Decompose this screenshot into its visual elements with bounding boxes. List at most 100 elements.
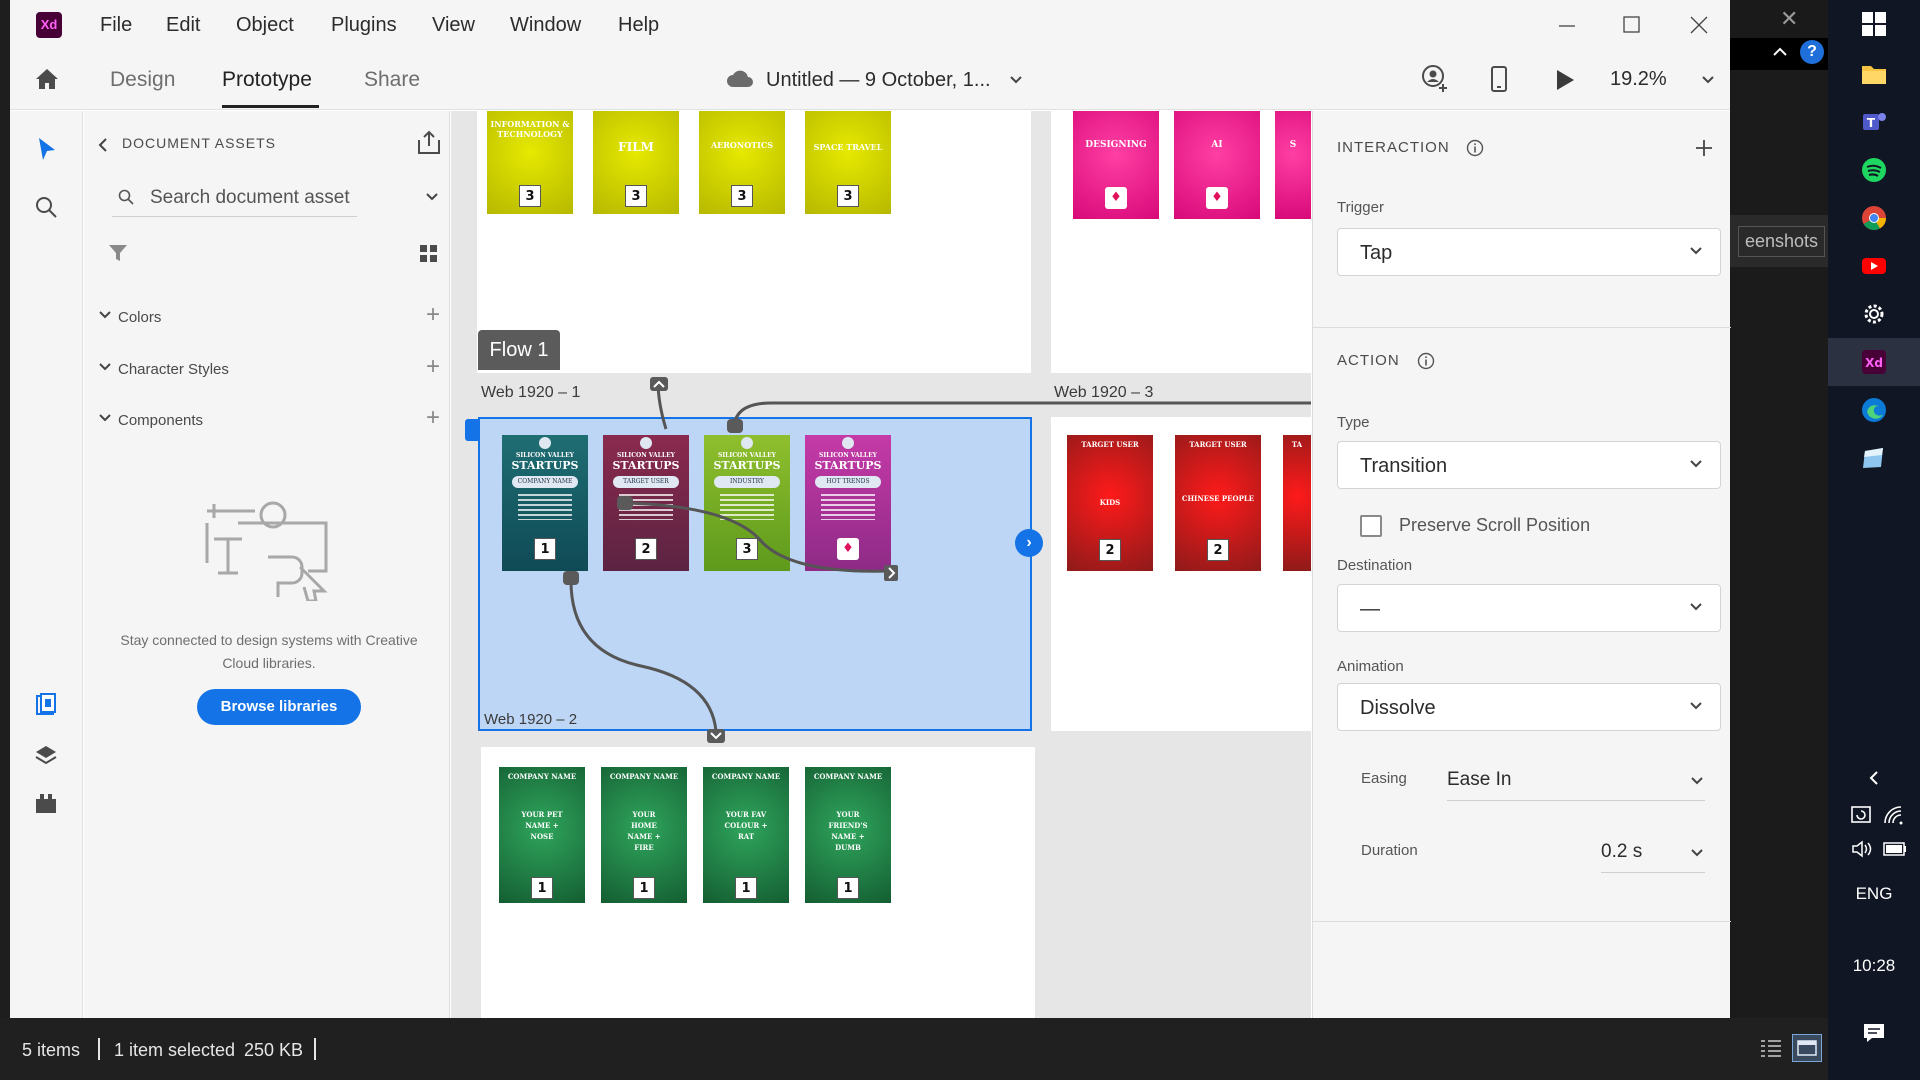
libraries-illustration-icon bbox=[204, 501, 334, 601]
add-component-button[interactable]: + bbox=[426, 404, 440, 432]
back-chevron-icon[interactable] bbox=[96, 137, 110, 153]
preserve-scroll-checkbox[interactable] bbox=[1360, 515, 1382, 537]
cloud-icon bbox=[726, 69, 754, 89]
interaction-title: INTERACTION bbox=[1337, 139, 1450, 156]
add-color-button[interactable]: + bbox=[426, 301, 440, 329]
section-colors[interactable]: Colors bbox=[118, 309, 161, 326]
trigger-label: Trigger bbox=[1337, 199, 1384, 216]
assets-search-input[interactable]: Search document asset bbox=[112, 177, 357, 217]
layers-icon[interactable] bbox=[34, 743, 58, 767]
tab-prototype[interactable]: Prototype bbox=[222, 68, 312, 92]
play-icon[interactable] bbox=[1554, 68, 1576, 92]
home-icon[interactable] bbox=[34, 67, 60, 91]
zoom-level[interactable]: 19.2% bbox=[1610, 68, 1667, 91]
search-dropdown-chevron-icon[interactable] bbox=[424, 189, 440, 205]
start-button[interactable] bbox=[1828, 0, 1920, 48]
character-styles-chevron-icon[interactable] bbox=[98, 360, 112, 374]
taskbar-spotify[interactable] bbox=[1828, 146, 1920, 194]
menu-view[interactable]: View bbox=[432, 14, 475, 37]
taskbar-edge[interactable] bbox=[1828, 386, 1920, 434]
interaction-handle-arrow-icon[interactable]: › bbox=[1015, 529, 1043, 557]
help-icon[interactable]: ? bbox=[1800, 40, 1824, 64]
maximize-icon[interactable] bbox=[1623, 16, 1641, 34]
notifications-icon[interactable] bbox=[1862, 1022, 1886, 1044]
info-icon[interactable] bbox=[1417, 352, 1435, 370]
sync-icon[interactable] bbox=[1850, 804, 1874, 826]
info-icon[interactable] bbox=[1466, 139, 1484, 157]
destination-dropdown[interactable]: — bbox=[1337, 584, 1721, 632]
browse-libraries-button[interactable]: Browse libraries bbox=[197, 689, 361, 725]
share-user-icon[interactable] bbox=[1420, 64, 1450, 94]
close-icon[interactable] bbox=[1690, 16, 1708, 34]
animation-dropdown[interactable]: Dissolve bbox=[1337, 683, 1721, 731]
menu-file[interactable]: File bbox=[100, 14, 132, 37]
wire-handle-2 bbox=[727, 419, 743, 433]
taskbar-settings[interactable] bbox=[1828, 290, 1920, 338]
wire-handle-3 bbox=[617, 496, 633, 510]
background-close-icon[interactable]: ✕ bbox=[1780, 6, 1798, 32]
home-artboard-marker[interactable] bbox=[465, 419, 479, 441]
type-dropdown[interactable]: Transition bbox=[1337, 441, 1721, 489]
wifi-icon[interactable] bbox=[1882, 804, 1906, 826]
document-assets-icon[interactable] bbox=[34, 693, 58, 717]
taskbar-app[interactable] bbox=[1828, 434, 1920, 482]
taskbar-teams[interactable]: T bbox=[1828, 98, 1920, 146]
trigger-dropdown[interactable]: Tap bbox=[1337, 228, 1721, 276]
tab-design[interactable]: Design bbox=[110, 68, 175, 92]
wire-handle-1 bbox=[563, 571, 579, 585]
menu-window[interactable]: Window bbox=[510, 14, 581, 37]
battery-icon[interactable] bbox=[1882, 840, 1908, 858]
grid-view-icon[interactable] bbox=[420, 245, 438, 263]
export-icon[interactable] bbox=[416, 129, 442, 155]
section-character-styles[interactable]: Character Styles bbox=[118, 361, 229, 378]
windows-icon bbox=[1862, 12, 1886, 36]
taskbar-adobe-xd[interactable]: Xd bbox=[1828, 338, 1920, 386]
youtube-icon bbox=[1862, 258, 1886, 274]
minimize-icon[interactable] bbox=[1558, 14, 1576, 32]
menu-object[interactable]: Object bbox=[236, 14, 294, 37]
chevron-down-icon[interactable] bbox=[1008, 72, 1024, 88]
clock[interactable]: 10:28 bbox=[1828, 956, 1920, 976]
animation-value: Dissolve bbox=[1360, 697, 1436, 719]
document-title[interactable]: Untitled — 9 October, 1... bbox=[766, 69, 991, 92]
notes-app-icon bbox=[1863, 448, 1883, 468]
chevron-down-icon bbox=[1688, 243, 1704, 259]
duration-dropdown[interactable]: 0.2 s bbox=[1601, 833, 1705, 873]
menu-plugins[interactable]: Plugins bbox=[331, 14, 397, 37]
wire-connector-bottom bbox=[707, 729, 725, 743]
colors-chevron-icon[interactable] bbox=[98, 308, 112, 322]
destination-label: Destination bbox=[1337, 557, 1413, 574]
section-components[interactable]: Components bbox=[118, 412, 203, 429]
assets-panel-title: DOCUMENT ASSETS bbox=[122, 135, 276, 151]
large-icons-view-icon[interactable] bbox=[1792, 1034, 1822, 1062]
menu-help[interactable]: Help bbox=[618, 14, 659, 37]
chevron-up-icon[interactable] bbox=[1770, 42, 1790, 62]
background-panel-text[interactable]: eenshots bbox=[1738, 226, 1826, 257]
details-view-icon[interactable] bbox=[1760, 1038, 1782, 1058]
zoom-chevron-down-icon[interactable] bbox=[1700, 72, 1716, 88]
active-tab-indicator bbox=[222, 105, 319, 108]
destination-value: — bbox=[1360, 598, 1380, 620]
add-character-style-button[interactable]: + bbox=[426, 353, 440, 381]
taskbar-chrome[interactable] bbox=[1828, 194, 1920, 242]
tab-share[interactable]: Share bbox=[364, 68, 420, 92]
components-chevron-icon[interactable] bbox=[98, 411, 112, 425]
volume-icon[interactable] bbox=[1850, 838, 1874, 860]
easing-dropdown[interactable]: Ease In bbox=[1447, 761, 1705, 801]
filter-icon[interactable] bbox=[108, 243, 128, 263]
svg-text:Xd: Xd bbox=[1865, 356, 1883, 370]
language-indicator[interactable]: ENG bbox=[1828, 884, 1920, 904]
tool-rail bbox=[10, 111, 83, 1018]
folder-icon bbox=[1862, 66, 1886, 84]
preserve-scroll-label[interactable]: Preserve Scroll Position bbox=[1399, 515, 1590, 536]
select-tool-icon[interactable] bbox=[37, 137, 57, 163]
canvas[interactable]: INFORMATION & TECHNOLOGY 3 FILM 3 AERONO… bbox=[451, 111, 1311, 1018]
show-hidden-icons[interactable] bbox=[1864, 768, 1884, 788]
add-interaction-icon[interactable] bbox=[1695, 139, 1713, 157]
taskbar-youtube[interactable] bbox=[1828, 242, 1920, 290]
taskbar-file-explorer[interactable] bbox=[1828, 50, 1920, 98]
plugins-icon[interactable] bbox=[34, 791, 58, 815]
menu-edit[interactable]: Edit bbox=[166, 14, 200, 37]
search-icon[interactable] bbox=[34, 195, 58, 219]
mobile-preview-icon[interactable] bbox=[1490, 65, 1508, 93]
